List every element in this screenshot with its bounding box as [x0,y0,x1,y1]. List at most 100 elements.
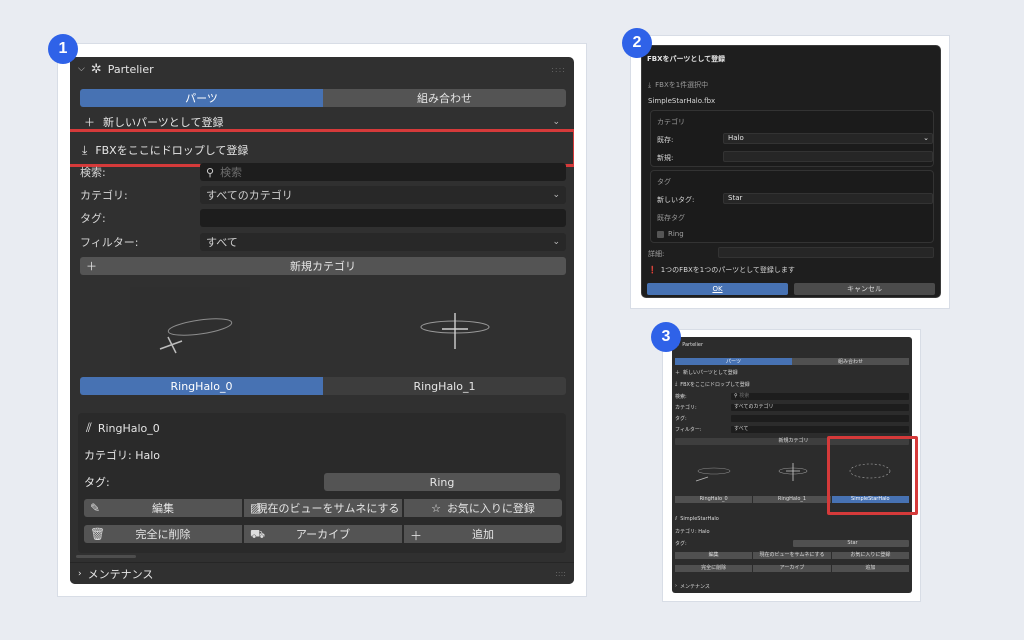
detail-input[interactable] [718,247,934,258]
filter-label: フィルター: [675,426,702,433]
search-icon: ⚲ [206,165,215,179]
tab-parts[interactable]: パーツ [80,89,323,107]
new-part-button[interactable]: ＋新しいパーツとして登録 [675,368,909,376]
scrollbar[interactable] [76,555,136,558]
tag-section-title: タグ [657,178,671,186]
tag-chip-star[interactable]: Star [793,539,909,547]
search-placeholder: 検索 [739,392,750,399]
chevron-down-icon: ⌄ [923,134,929,142]
filter-dropdown[interactable]: すべて ⌄ [200,233,566,251]
tab-bar: パーツ 組み合わせ [675,357,909,365]
set-thumbnail-button[interactable]: 現在のビューをサムネにする [753,552,831,559]
thumbnail-button-ringhalo-1[interactable]: RingHalo_1 [323,377,566,395]
delete-button[interactable]: 完全に削除 [675,565,753,572]
tag-section: タグ 新しいタグ: Star 既存タグ Ring [650,170,934,243]
maintenance-section[interactable]: › メンテナンス [675,582,909,590]
gear-icon: ✲ [90,61,102,77]
filter-dropdown[interactable]: すべて [731,425,909,433]
new-part-label: 新しいパーツとして登録 [103,116,224,129]
tag-input[interactable] [731,414,909,422]
filename-label: SimpleStarHalo.fbx [648,97,716,105]
ring-checkbox[interactable] [657,230,664,238]
detail-label: 詳細: [648,250,665,258]
panel-header[interactable]: ⌵ ✲ Partelier :::: [70,57,574,81]
halo-preview-icon [130,287,250,375]
set-thumbnail-button[interactable]: ▨ 現在のビューをサムネにする [244,499,402,517]
archive-label: アーカイブ [295,528,351,541]
ok-button[interactable]: OK [647,283,788,295]
drag-grip-icon[interactable]: :::: [555,569,566,578]
action-row-1: ✎ 編集 ▨ 現在のビューをサムネにする ☆ お気に入りに登録 [84,499,562,517]
info-icon: ❗ [648,266,657,274]
add-label: 追加 [472,528,494,541]
existing-tags-label: 既存タグ [657,214,685,222]
favorite-button[interactable]: お気に入りに登録 [831,552,909,559]
edit-button[interactable]: ✎ 編集 [84,499,242,517]
delete-label: 完全に削除 [135,528,191,541]
new-category-label: 新規カテゴリ [290,260,356,273]
maintenance-label: メンテナンス [680,583,710,590]
step-badge-3: 3 [651,322,681,352]
add-button[interactable]: ＋ 追加 [404,525,562,543]
chevron-down-icon[interactable]: ⌵ [78,64,85,74]
new-category-input[interactable] [723,151,933,162]
ring-checkbox-row[interactable]: Ring [657,230,684,238]
new-tag-input[interactable]: Star [723,193,933,204]
chevron-right-icon: › [78,568,82,579]
plus-icon: ＋ [84,116,95,129]
halo-preview-icon [695,467,731,482]
filter-label: フィルター: [80,236,139,249]
tab-combinations[interactable]: 組み合わせ [323,89,566,107]
archive-icon: ⛟ [250,527,266,541]
panel-header[interactable]: ✲Partelier [675,341,909,349]
category-dropdown[interactable]: すべてのカテゴリ ⌄ [200,186,566,204]
archive-button[interactable]: ⛟ アーカイブ [244,525,402,543]
edit-label: 編集 [152,502,174,515]
maintenance-section[interactable]: › メンテナンス :::: [70,562,574,584]
ring-checkbox-label: Ring [668,230,684,238]
selected-count-row: ⤓ FBXを1件選択中 [648,80,708,90]
thumbnail-button-ringhalo-1[interactable]: RingHalo_1 [753,496,831,503]
existing-value: Halo [728,134,744,142]
delete-button[interactable]: 🗑 完全に削除 [84,525,242,543]
edit-button[interactable]: 編集 [675,552,753,559]
new-tag-label: 新しいタグ: [657,196,695,204]
selected-part-name: SimpleStarHalo [680,516,719,522]
fbx-drop-zone[interactable]: ⤓ FBXをここにドロップして登録 [675,380,909,388]
download-icon: ⤓ [648,81,652,89]
action-row-2: 🗑 完全に削除 ⛟ アーカイブ ＋ 追加 [84,525,562,543]
search-placeholder: 検索 [220,166,243,179]
tag-chip-ring[interactable]: Ring [324,473,560,491]
thumbnail-button-ringhalo-0[interactable]: RingHalo_0 [80,377,323,395]
thumbnail-button-ringhalo-0[interactable]: RingHalo_0 [675,496,753,503]
step-badge-2: 2 [622,28,652,58]
halo-preview-icon [420,313,490,349]
search-input[interactable]: ⚲ 検索 [200,163,566,181]
thumbnail-ringhalo-1[interactable] [400,287,510,375]
new-category-button[interactable]: ＋ 新規カテゴリ [80,257,566,275]
tab-parts[interactable]: パーツ [675,357,792,365]
panel-title: Partelier [682,342,704,348]
chevron-down-icon: ⌄ [552,190,560,200]
tab-combinations[interactable]: 組み合わせ [792,357,909,365]
add-button[interactable]: 追加 [831,565,909,572]
new-part-label: 新しいパーツとして登録 [683,369,738,376]
new-category-label: 新規: [657,154,674,162]
filter-value: すべて [206,236,238,249]
selected-part-category: カテゴリ: Halo [675,528,710,535]
category-dropdown[interactable]: すべてのカテゴリ [731,403,909,411]
selected-count-label: FBXを1件選択中 [655,81,709,89]
tag-input[interactable] [200,209,566,227]
partelier-panel: ⌵ ✲ Partelier :::: パーツ 組み合わせ ＋ 新しいパーツとして登… [70,57,574,584]
drag-grip-icon[interactable]: :::: [551,65,566,74]
favorite-label: お気に入りに登録 [446,502,535,515]
favorite-button[interactable]: ☆ お気に入りに登録 [404,499,562,517]
thumbnail-ringhalo-0[interactable] [130,287,250,375]
search-input[interactable]: ⚲ 検索 [731,392,909,400]
existing-category-dropdown[interactable]: Halo ⌄ [723,133,933,144]
archive-button[interactable]: アーカイブ [753,565,831,572]
cancel-button[interactable]: キャンセル [794,283,935,295]
trash-icon: 🗑 [90,527,106,541]
bones-icon: ⫽ [675,516,678,522]
pencil-icon: ✎ [90,501,101,515]
